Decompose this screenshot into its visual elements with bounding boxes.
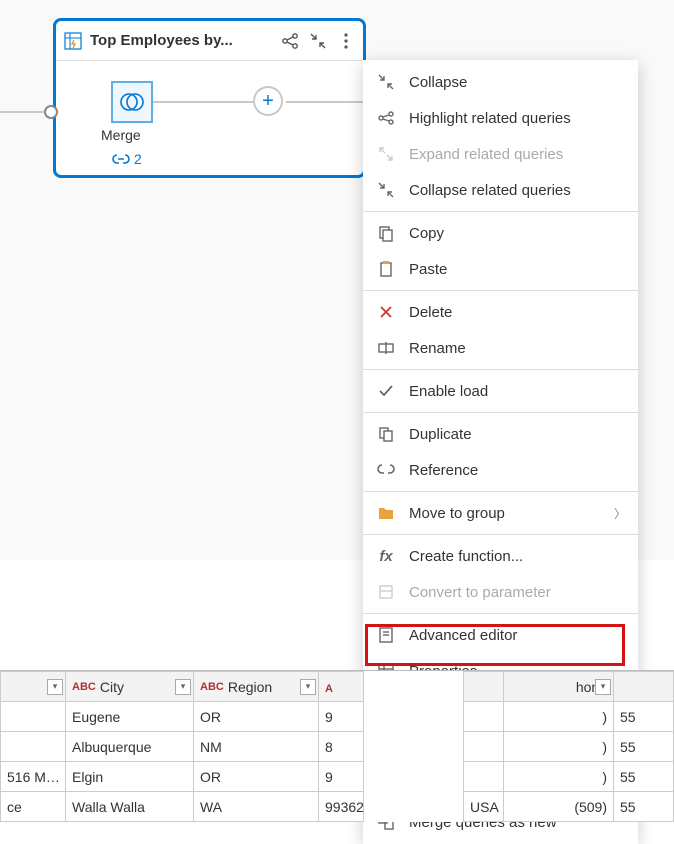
link-icon — [112, 152, 130, 166]
delete-icon — [375, 301, 397, 323]
merge-step[interactable] — [111, 81, 153, 123]
expand-icon — [375, 143, 397, 165]
duplicate-icon — [375, 423, 397, 445]
menu-rename[interactable]: Rename — [363, 330, 638, 366]
menu-expand-related: Expand related queries — [363, 136, 638, 172]
menu-delete[interactable]: Delete — [363, 294, 638, 330]
collapse-icon[interactable] — [309, 32, 327, 50]
gap — [364, 672, 464, 702]
query-node-card[interactable]: Top Employees by... Merge — [53, 18, 366, 178]
menu-separator — [363, 211, 638, 212]
collapse-arrows-icon — [375, 71, 397, 93]
column-header[interactable]: ▾ — [1, 672, 66, 702]
table-row[interactable]: AlbuquerqueNM8)55 — [1, 732, 674, 762]
menu-convert-parameter: Convert to parameter — [363, 574, 638, 610]
more-options-icon[interactable] — [337, 32, 355, 50]
fx-icon: fx — [375, 545, 397, 567]
table-header-row: ▾ ABCCity▾ ABCRegion▾ A hone▾ — [1, 672, 674, 702]
filter-dropdown-icon[interactable]: ▾ — [47, 679, 63, 695]
column-header-phone[interactable]: hone▾ — [504, 672, 614, 702]
rename-icon — [375, 337, 397, 359]
highlight-icon — [375, 107, 397, 129]
collapse-related-icon — [375, 179, 397, 201]
menu-duplicate[interactable]: Duplicate — [363, 416, 638, 452]
filter-dropdown-icon[interactable]: ▾ — [300, 679, 316, 695]
menu-separator — [363, 369, 638, 370]
menu-move-to-group[interactable]: Move to group 〉 — [363, 495, 638, 531]
chevron-right-icon: 〉 — [614, 505, 626, 522]
menu-reference[interactable]: Reference — [363, 452, 638, 488]
data-preview-table: ▾ ABCCity▾ ABCRegion▾ A hone▾ EugeneOR9)… — [0, 670, 674, 822]
menu-separator — [363, 491, 638, 492]
menu-enable-load[interactable]: Enable load — [363, 373, 638, 409]
table-row[interactable]: EugeneOR9)55 — [1, 702, 674, 732]
menu-separator — [363, 412, 638, 413]
link-count[interactable]: 2 — [112, 151, 142, 167]
check-icon — [375, 380, 397, 402]
type-icon: ABC — [72, 681, 96, 693]
node-body: Merge 2 + — [56, 61, 363, 179]
menu-highlight-related[interactable]: Highlight related queries — [363, 100, 638, 136]
menu-separator — [363, 534, 638, 535]
menu-separator — [363, 290, 638, 291]
menu-copy[interactable]: Copy — [363, 215, 638, 251]
menu-collapse[interactable]: Collapse — [363, 64, 638, 100]
menu-paste[interactable]: Paste — [363, 251, 638, 287]
parameter-icon — [375, 581, 397, 603]
menu-advanced-editor[interactable]: Advanced editor — [363, 617, 638, 653]
input-port[interactable] — [44, 105, 58, 119]
type-icon: A — [325, 683, 333, 695]
column-header-city[interactable]: ABCCity▾ — [66, 672, 194, 702]
menu-collapse-related[interactable]: Collapse related queries — [363, 172, 638, 208]
column-header[interactable]: A — [319, 672, 364, 702]
filter-dropdown-icon[interactable]: ▾ — [175, 679, 191, 695]
copy-icon — [375, 222, 397, 244]
folder-icon — [375, 502, 397, 524]
connector-line — [153, 101, 253, 103]
filter-dropdown-icon[interactable]: ▾ — [595, 679, 611, 695]
menu-create-function[interactable]: fx Create function... — [363, 538, 638, 574]
merge-label: Merge — [101, 127, 141, 143]
menu-separator — [363, 613, 638, 614]
reference-icon — [375, 459, 397, 481]
node-header: Top Employees by... — [56, 21, 363, 61]
table-row[interactable]: 516 M…ElginOR9)55 — [1, 762, 674, 792]
related-icon[interactable] — [281, 32, 299, 50]
column-header-region[interactable]: ABCRegion▾ — [194, 672, 319, 702]
merge-icon — [118, 88, 146, 116]
editor-icon — [375, 624, 397, 646]
paste-icon — [375, 258, 397, 280]
type-icon: ABC — [200, 681, 224, 693]
column-header[interactable] — [614, 672, 674, 702]
add-step-button[interactable]: + — [253, 86, 283, 116]
table-row[interactable]: ceWalla WallaWA99362USA(509)55 — [1, 792, 674, 822]
table-lightning-icon — [64, 32, 82, 50]
node-title: Top Employees by... — [90, 32, 273, 49]
connector-line — [286, 101, 369, 103]
column-header[interactable] — [464, 672, 504, 702]
